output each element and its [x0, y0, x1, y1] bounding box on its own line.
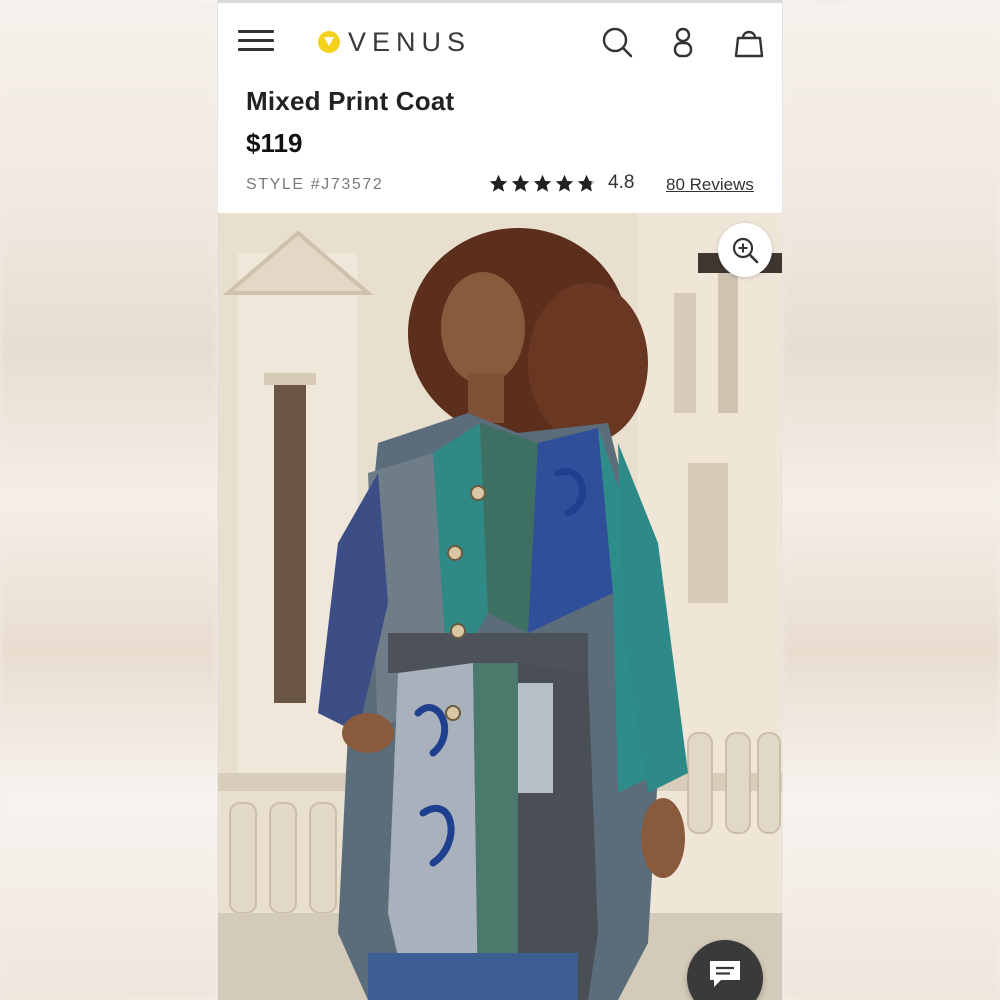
style-number: STYLE #J73572 — [246, 176, 384, 193]
reviews-link[interactable]: 80 Reviews — [666, 175, 754, 195]
account-icon[interactable] — [666, 25, 700, 59]
venus-logo-icon — [318, 31, 340, 53]
star-rating — [488, 173, 598, 194]
half-star-icon — [577, 174, 596, 192]
logo[interactable]: VENUS — [318, 25, 471, 59]
shopping-bag-icon[interactable] — [732, 25, 766, 59]
star-icon — [489, 174, 508, 192]
chat-icon — [710, 961, 740, 987]
zoom-button[interactable] — [718, 223, 772, 277]
star-icon — [511, 174, 530, 192]
site-header: VENUS — [218, 3, 782, 81]
product-title: Mixed Print Coat — [246, 86, 455, 116]
product-price: $119 — [246, 128, 303, 158]
rating-summary[interactable]: 4.8 — [488, 172, 634, 194]
logo-text: VENUS — [348, 26, 472, 57]
rating-value: 4.8 — [608, 172, 635, 193]
search-icon[interactable] — [600, 25, 634, 59]
menu-icon[interactable] — [238, 30, 274, 54]
star-icon — [533, 174, 552, 192]
product-photo-illustration — [218, 213, 782, 1000]
zoom-in-icon — [732, 237, 759, 264]
mobile-screen: VENUS Mixed Print Coat $119 STYLE #J7357… — [218, 0, 782, 1000]
product-image[interactable] — [218, 213, 782, 1000]
star-icon — [555, 174, 574, 192]
backdrop-right — [782, 0, 1000, 1000]
backdrop-left — [0, 0, 218, 1000]
